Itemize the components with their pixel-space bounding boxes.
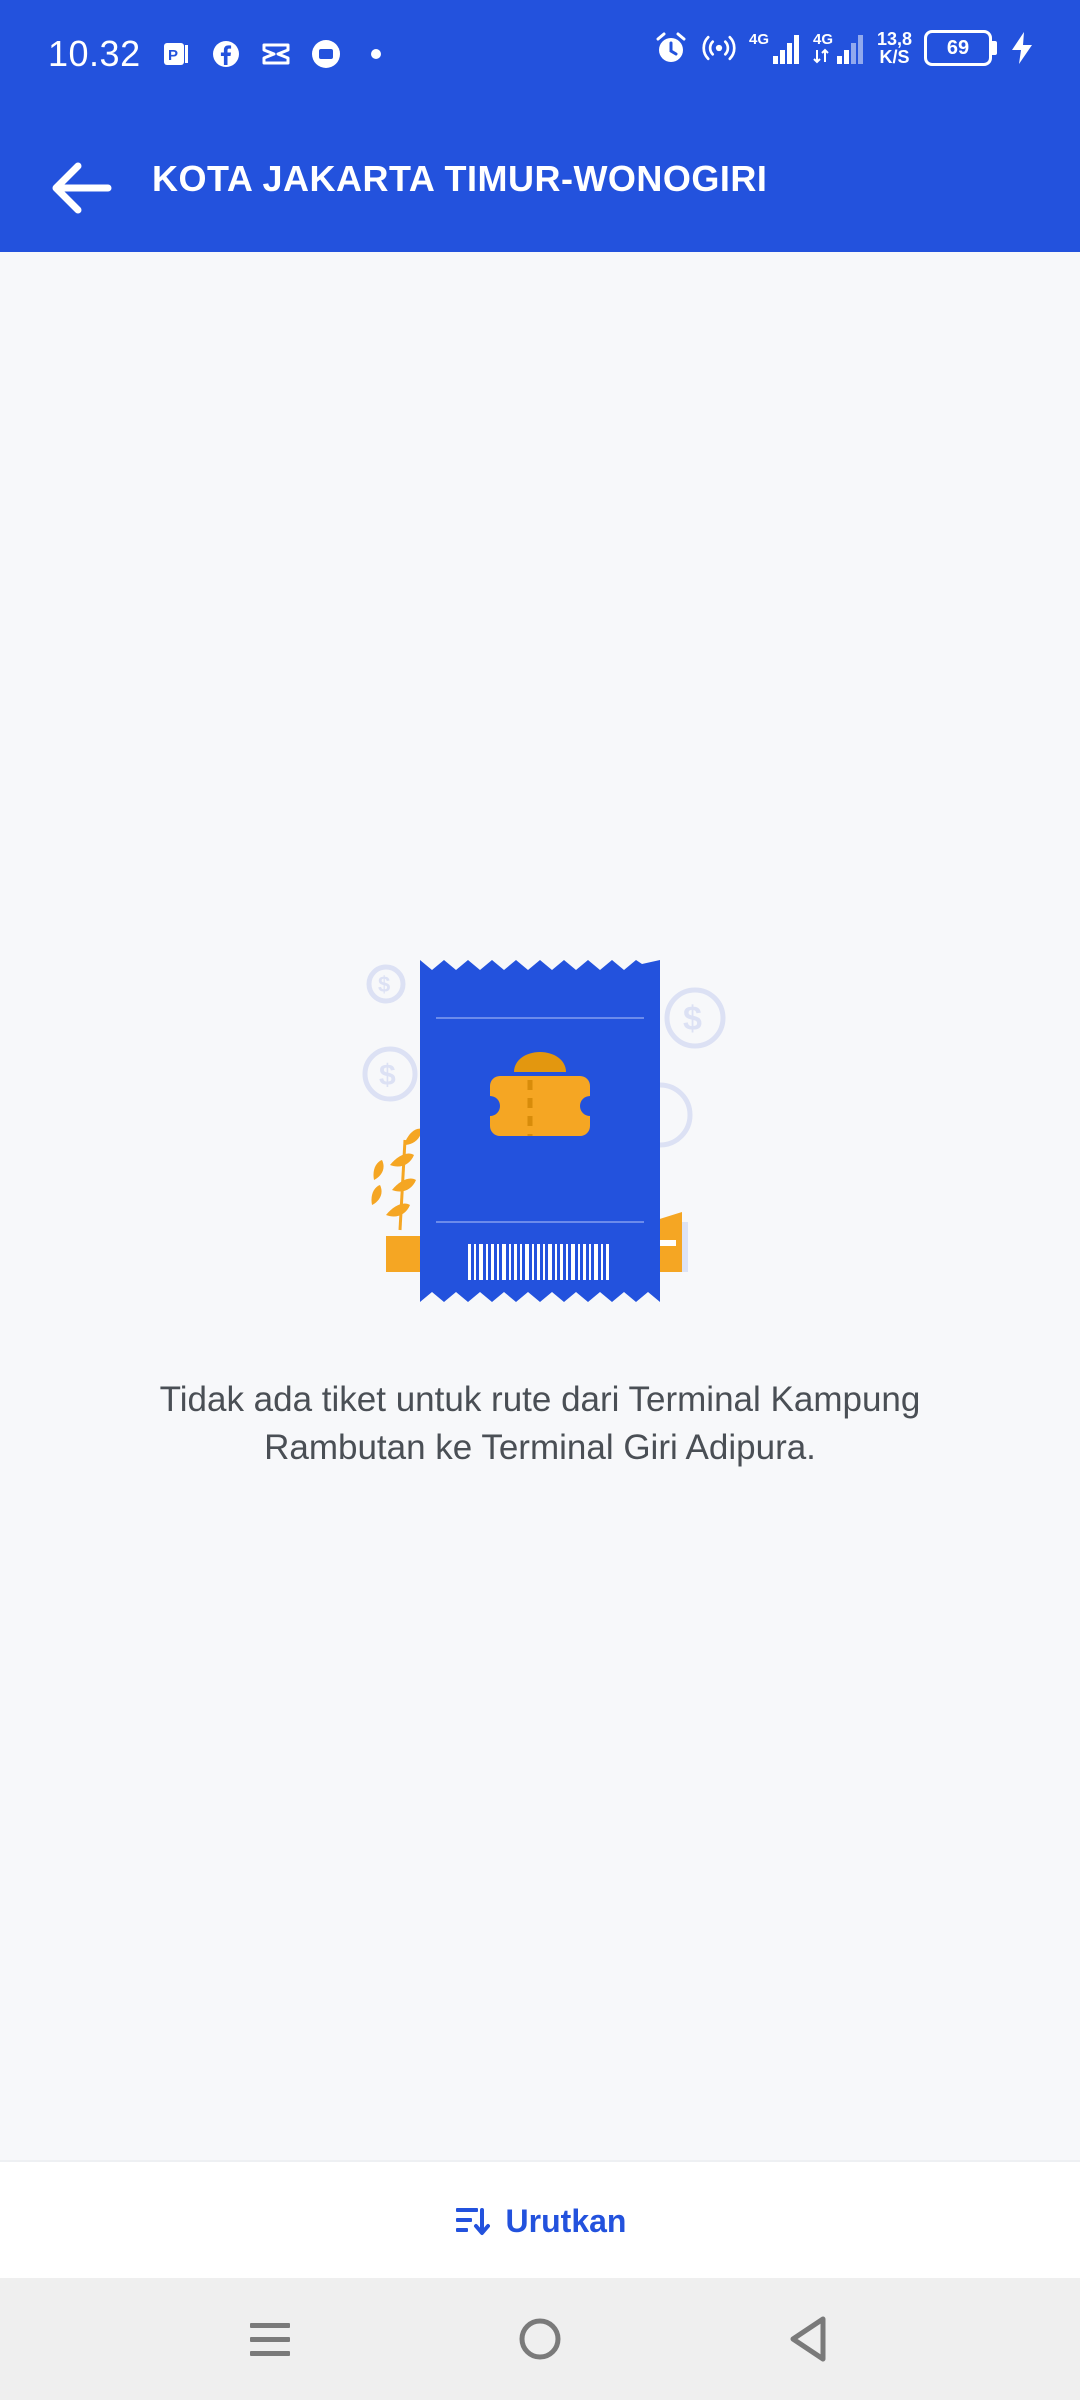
notification-icons: P bbox=[158, 36, 394, 72]
capcut-icon bbox=[258, 36, 294, 72]
system-icons: 4G 4G 13,8 K/S 69 bbox=[653, 30, 1034, 66]
status-bar: 10.32 P 4G 4G 13,8 K/S 69 bbox=[0, 0, 1080, 108]
svg-text:$: $ bbox=[683, 1000, 702, 1038]
empty-ticket-illustration: $ $ $ bbox=[350, 940, 730, 1340]
network-speed: 13,8 K/S bbox=[877, 30, 912, 66]
alarm-icon bbox=[653, 30, 689, 66]
nav-menu-button[interactable] bbox=[230, 2304, 310, 2374]
status-time: 10.32 bbox=[48, 33, 141, 74]
arrow-left-icon bbox=[52, 162, 112, 214]
app-notification-icon: P bbox=[158, 36, 194, 72]
more-notifications-dot-icon bbox=[358, 36, 394, 72]
home-circle-icon bbox=[519, 2318, 561, 2360]
sort-bar: Urutkan bbox=[0, 2160, 1080, 2280]
speed-unit: K/S bbox=[879, 47, 910, 67]
sort-label: Urutkan bbox=[505, 2202, 627, 2239]
hotspot-icon bbox=[701, 30, 737, 66]
system-navigation-bar bbox=[0, 2278, 1080, 2400]
empty-state-message: Tidak ada tiket untuk rute dari Terminal… bbox=[159, 1380, 921, 1467]
chat-app-icon bbox=[308, 36, 344, 72]
back-button[interactable] bbox=[40, 148, 120, 228]
page-title: KOTA JAKARTA TIMUR-WONOGIRI bbox=[152, 158, 768, 199]
signal-2-icon: 4G bbox=[813, 30, 865, 66]
app-bar: KOTA JAKARTA TIMUR-WONOGIRI bbox=[0, 108, 1080, 252]
top-header: 10.32 P 4G 4G 13,8 K/S 69 KOTA JAKARTA T… bbox=[0, 0, 1080, 252]
nav-back-button[interactable] bbox=[768, 2304, 848, 2374]
svg-text:4G: 4G bbox=[749, 31, 769, 48]
battery-indicator: 69 bbox=[924, 30, 997, 66]
sort-button[interactable]: Urutkan bbox=[454, 2202, 627, 2240]
menu-icon bbox=[250, 2323, 290, 2356]
facebook-icon bbox=[208, 36, 244, 72]
svg-text:4G: 4G bbox=[813, 31, 833, 48]
svg-text:$: $ bbox=[378, 972, 390, 997]
svg-text:P: P bbox=[168, 47, 178, 64]
signal-1-icon: 4G bbox=[749, 30, 801, 66]
nav-home-button[interactable] bbox=[500, 2304, 580, 2374]
back-triangle-icon bbox=[790, 2316, 826, 2362]
speed-value: 13,8 bbox=[876, 29, 912, 49]
svg-text:$: $ bbox=[379, 1059, 396, 1092]
battery-level: 69 bbox=[946, 36, 970, 59]
sort-icon bbox=[455, 2208, 490, 2235]
charging-icon bbox=[1010, 30, 1034, 66]
